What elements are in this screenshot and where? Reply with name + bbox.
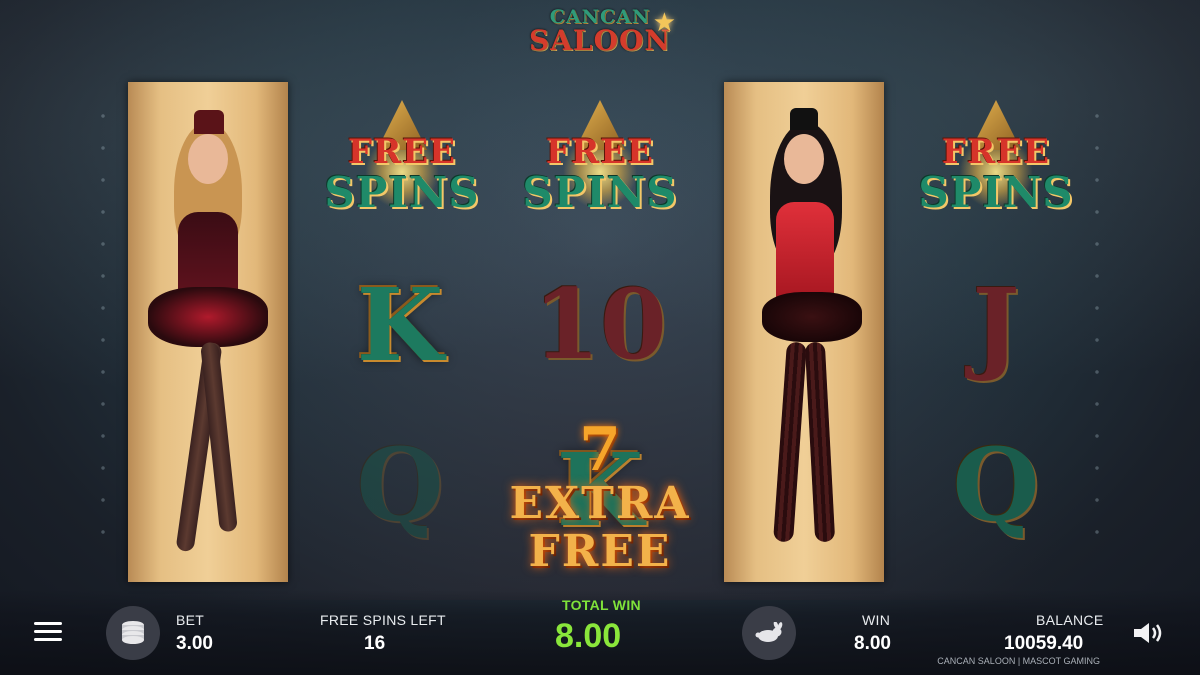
symbol-j: J [972,266,1020,384]
free-spins-scatter: FREE SPINS [916,92,1076,232]
menu-button[interactable] [34,622,62,644]
menu-icon [34,622,62,625]
spins-label: SPINS [522,168,678,217]
free-spins-left-value: 16 [364,633,386,654]
rabbit-icon [755,622,783,642]
reel-1-wild [128,82,288,582]
symbol-k: K [356,266,444,384]
bet-label: BET [176,612,205,628]
free-spins-scatter: FREE SPINS [322,92,482,232]
win-label: WIN [862,612,891,628]
bet-value: 3.00 [176,633,213,654]
extra-free-spins-promo: 7 EXTRA FREE [430,415,770,576]
symbol-10: 10 [533,268,667,381]
star-icon: ★ [652,8,676,38]
total-win-value: 8.00 [555,617,622,655]
game-credit: CANCAN SALOON | MASCOT GAMING [937,656,1100,666]
bet-settings-button[interactable] [106,606,160,660]
free-label: FREE [347,132,457,172]
promo-text: EXTRA FREE [509,478,691,577]
speaker-icon [1134,623,1162,643]
balance-label: BALANCE [1036,612,1104,628]
dancer-blonde [128,82,288,582]
reel-divider [1094,100,1100,560]
balance-value: 10059.40 [1004,633,1084,654]
free-label: FREE [941,132,1051,172]
symbol-q: Q [952,426,1040,544]
total-win-label: TOTAL WIN [562,597,641,613]
promo-number: 7 [579,415,621,485]
coins-icon [122,621,144,644]
free-spins-scatter: FREE SPINS [520,92,680,232]
spins-label: SPINS [324,168,480,217]
sound-button[interactable] [1132,620,1168,646]
win-value: 8.00 [854,633,891,654]
turbo-button[interactable] [742,606,796,660]
free-label: FREE [545,132,655,172]
free-spins-left-label: FREE SPINS LEFT [320,612,446,628]
spins-label: SPINS [918,168,1074,217]
game-logo: CANCAN SALOON ★ [520,6,680,68]
reel-divider [100,100,106,560]
